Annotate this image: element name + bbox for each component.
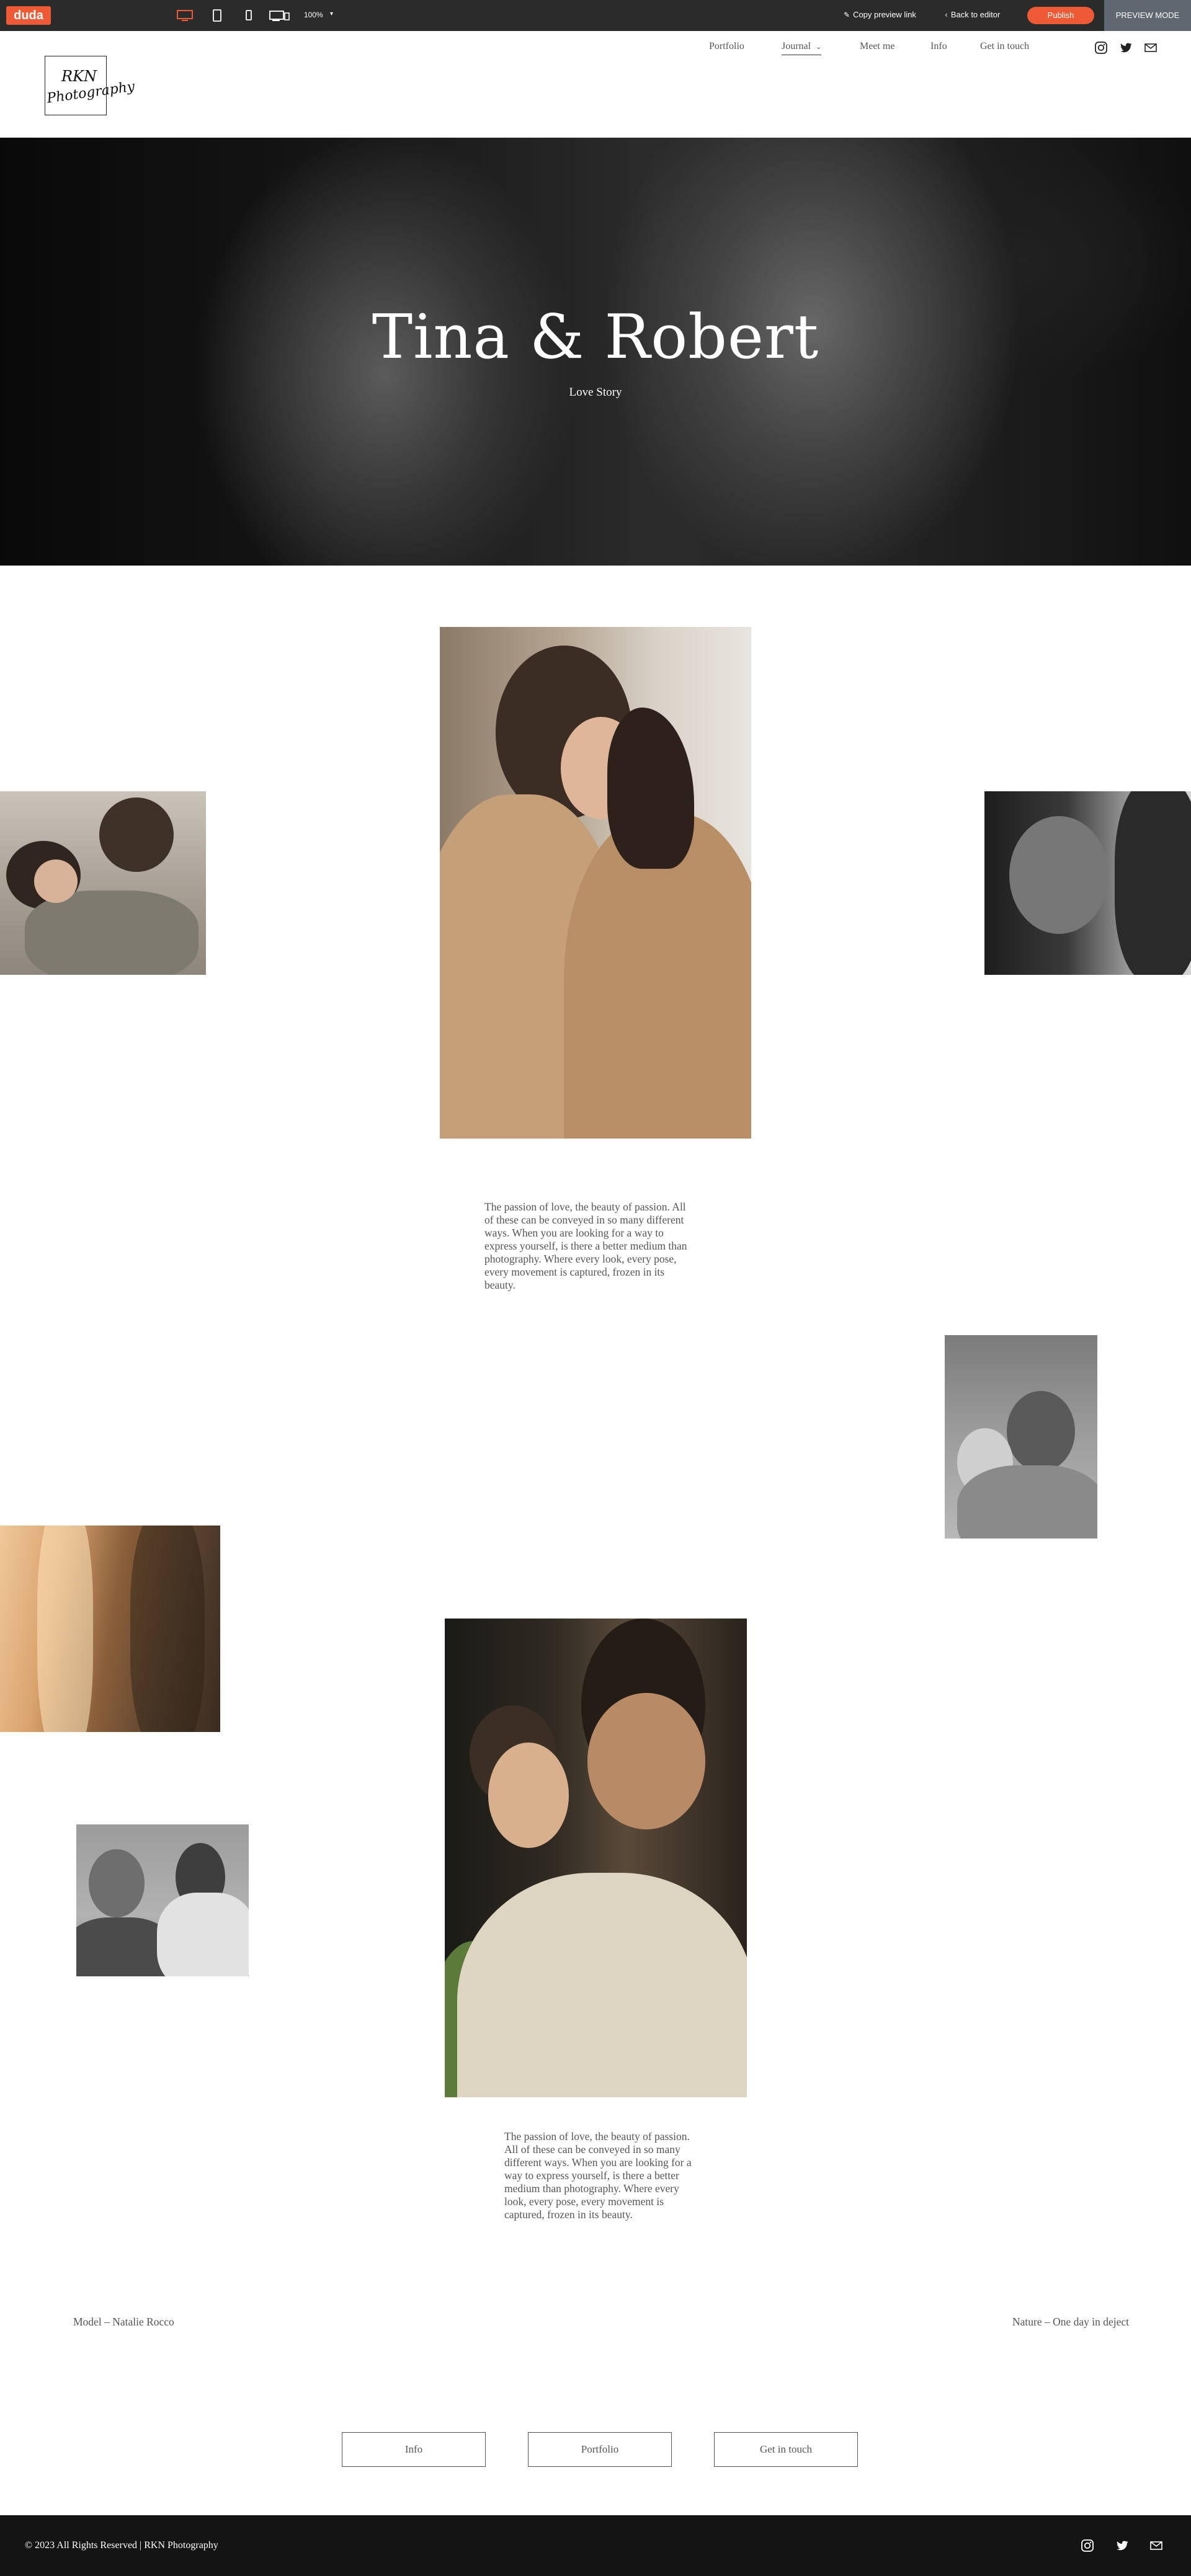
hero-banner: Tina & Robert Love Story: [0, 138, 1191, 566]
hero-title: Tina & Robert: [372, 302, 819, 373]
info-button[interactable]: Info: [342, 2432, 486, 2467]
twitter-icon[interactable]: [1115, 2539, 1129, 2552]
site-logo[interactable]: RKN Photography: [45, 56, 136, 115]
photo-bw-couple-portrait[interactable]: [945, 1335, 1097, 1539]
photo-couple-sunlight[interactable]: [445, 1619, 747, 2097]
mail-icon[interactable]: [1144, 41, 1158, 55]
caption-nature: Nature – One day in deject: [1012, 2316, 1130, 2328]
portfolio-button[interactable]: Portfolio: [528, 2432, 672, 2467]
desktop-view-icon[interactable]: [176, 9, 194, 22]
publish-button[interactable]: Publish: [1027, 7, 1094, 24]
nav-meet-me[interactable]: Meet me: [860, 41, 894, 52]
nav-info[interactable]: Info: [930, 41, 947, 52]
chevron-down-icon[interactable]: ▾: [330, 11, 333, 17]
caption-model: Model – Natalie Rocco: [73, 2316, 174, 2328]
mail-icon[interactable]: [1149, 2539, 1163, 2552]
story-paragraph-2: The passion of love, the beauty of passi…: [504, 2130, 692, 2221]
link-icon: ✎: [844, 11, 850, 19]
hero-subtitle: Love Story: [569, 386, 622, 399]
nav-portfolio[interactable]: Portfolio: [709, 41, 744, 52]
photo-bw-hug[interactable]: [76, 1824, 249, 1976]
tablet-view-icon[interactable]: [212, 9, 222, 22]
photo-warm-fabric[interactable]: [0, 1526, 220, 1732]
photo-couple-beige-coats[interactable]: [440, 627, 751, 1139]
get-in-touch-button[interactable]: Get in touch: [714, 2432, 858, 2467]
editor-toolbar: duda 100% ▾ ✎ Copy preview link ‹ Back to …: [0, 0, 1191, 31]
duda-logo[interactable]: duda: [6, 6, 51, 25]
chevron-left-icon: ‹: [945, 11, 948, 19]
nav-journal[interactable]: Journal ⌄: [782, 41, 822, 55]
chevron-down-icon: ⌄: [816, 43, 822, 51]
twitter-icon[interactable]: [1119, 41, 1133, 55]
site-footer: © 2023 All Rights Reserved | RKN Photogr…: [0, 2515, 1191, 2576]
back-to-editor-link[interactable]: ‹ Back to editor: [945, 10, 1000, 19]
preview-mode-label: PREVIEW MODE: [1104, 0, 1191, 31]
story-paragraph-1: The passion of love, the beauty of passi…: [484, 1201, 687, 1291]
multi-device-view-icon[interactable]: [269, 9, 291, 22]
instagram-icon[interactable]: [1081, 2539, 1094, 2552]
instagram-icon[interactable]: [1094, 41, 1108, 55]
zoom-level[interactable]: 100%: [304, 11, 323, 19]
nav-get-in-touch[interactable]: Get in touch: [980, 41, 1029, 52]
photo-couple-lying[interactable]: [0, 791, 206, 975]
photo-bw-couple-right[interactable]: [984, 791, 1191, 975]
copyright-text: © 2023 All Rights Reserved | RKN Photogr…: [25, 2540, 218, 2551]
mobile-view-icon[interactable]: [245, 9, 252, 22]
copy-preview-link[interactable]: ✎ Copy preview link: [844, 10, 916, 19]
